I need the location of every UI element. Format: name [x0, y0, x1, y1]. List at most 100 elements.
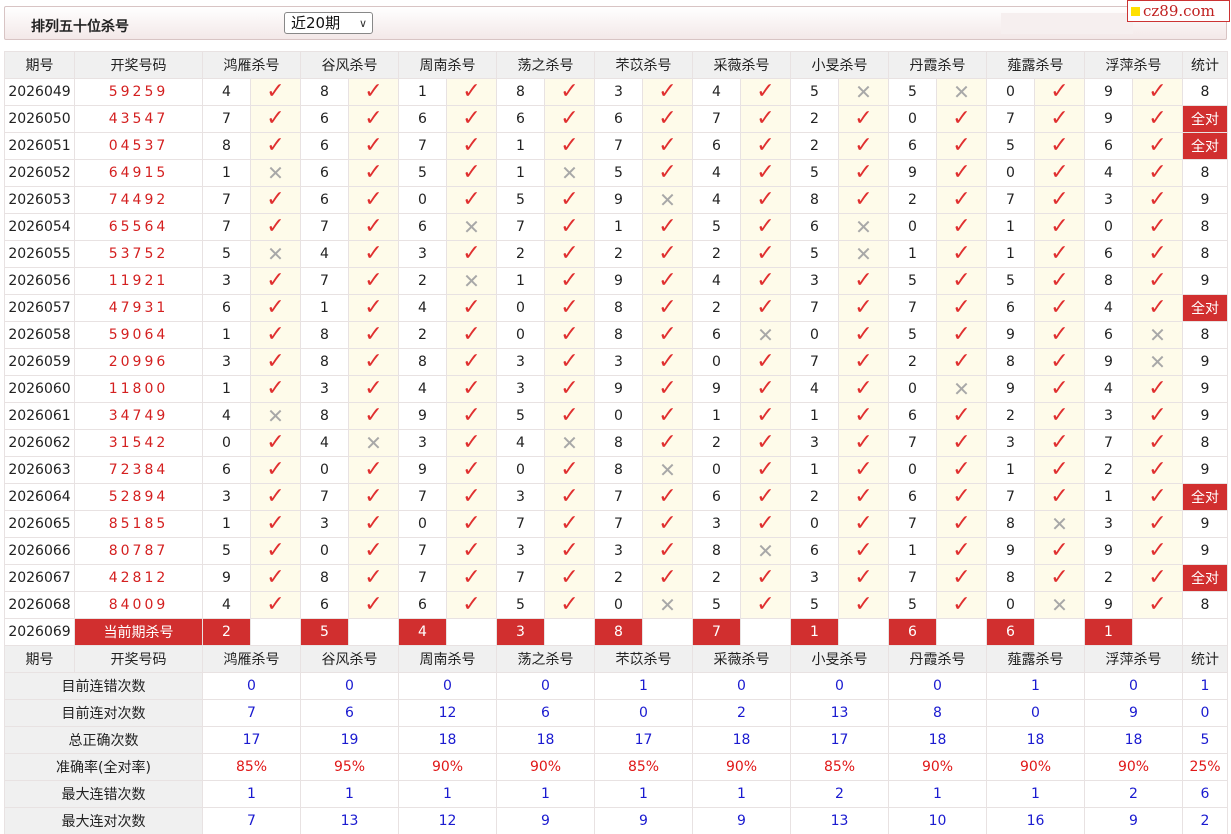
issue-cell: 2026064	[4, 483, 75, 511]
col-expert[interactable]: 荡之杀号	[496, 645, 595, 673]
col-expert[interactable]: 浮萍杀号	[1084, 51, 1183, 79]
col-expert[interactable]: 鸿雁杀号	[202, 51, 301, 79]
stat-value: 6	[300, 699, 399, 727]
col-expert[interactable]: 薤露杀号	[986, 645, 1085, 673]
check-icon: ✓	[952, 511, 971, 536]
result-cell: ✓	[348, 375, 399, 403]
period-select[interactable]: 近20期 ∨	[284, 12, 373, 34]
draw-number-cell: 64915	[74, 159, 203, 187]
col-expert[interactable]: 浮萍杀号	[1084, 645, 1183, 673]
check-icon: ✓	[854, 268, 873, 293]
stat-cell: 8	[1182, 591, 1228, 619]
stat-total: 2	[1182, 807, 1228, 834]
table-row: 2026061 34749 4 ✕ 8 ✓ 9 ✓ 5 ✓ 0 ✓ 1 ✓ 1 ✓ 6 ✓ 2 ✓ 3 ✓ 9	[4, 402, 1228, 430]
col-expert[interactable]: 芣苡杀号	[594, 645, 693, 673]
site-logo[interactable]: cz89.com	[1127, 0, 1230, 22]
result-cell: ✓	[642, 132, 693, 160]
kill-number-cell: 5	[202, 240, 251, 268]
check-icon: ✓	[462, 106, 481, 131]
col-expert[interactable]: 鸿雁杀号	[202, 645, 301, 673]
result-cell: ✓	[1132, 402, 1183, 430]
kill-number-cell: 9	[202, 564, 251, 592]
col-expert[interactable]: 周南杀号	[398, 645, 497, 673]
result-cell: ✓	[740, 456, 791, 484]
check-icon: ✓	[364, 538, 383, 563]
cross-icon: ✕	[267, 403, 284, 428]
stat-value: 18	[986, 726, 1085, 754]
col-expert[interactable]: 周南杀号	[398, 51, 497, 79]
check-icon: ✓	[266, 565, 285, 590]
col-expert[interactable]: 荡之杀号	[496, 51, 595, 79]
result-cell: ✓	[642, 159, 693, 187]
col-expert[interactable]: 芣苡杀号	[594, 51, 693, 79]
col-expert[interactable]: 谷风杀号	[300, 645, 399, 673]
col-expert[interactable]: 小旻杀号	[790, 51, 889, 79]
kill-number-cell: 8	[692, 537, 741, 565]
result-cell: ✓	[740, 240, 791, 268]
col-expert[interactable]: 丹霞杀号	[888, 645, 987, 673]
kill-number-cell: 3	[692, 510, 741, 538]
check-icon: ✓	[658, 565, 677, 590]
col-expert[interactable]: 采薇杀号	[692, 51, 791, 79]
result-cell: ✓	[838, 429, 889, 457]
check-icon: ✓	[462, 241, 481, 266]
col-expert[interactable]: 丹霞杀号	[888, 51, 987, 79]
kill-number-cell: 0	[888, 456, 937, 484]
kill-number-cell: 2	[888, 186, 937, 214]
kill-number-cell: 6	[300, 105, 349, 133]
kill-number-cell: 9	[986, 375, 1035, 403]
issue-cell: 2026058	[4, 321, 75, 349]
col-expert[interactable]: 谷风杀号	[300, 51, 399, 79]
cross-icon: ✕	[855, 241, 872, 266]
result-cell: ✕	[642, 456, 693, 484]
check-icon: ✓	[266, 295, 285, 320]
check-icon: ✓	[1148, 484, 1167, 509]
check-icon: ✓	[364, 268, 383, 293]
col-expert[interactable]: 薤露杀号	[986, 51, 1085, 79]
kill-number-cell: 3	[594, 348, 643, 376]
result-cell: ✕	[838, 240, 889, 268]
result-cell: ✓	[936, 240, 987, 268]
table-row: 2026064 52894 3 ✓ 7 ✓ 7 ✓ 3 ✓ 7 ✓ 6 ✓ 2 ✓ 6 ✓ 7 ✓ 1 ✓ 全对	[4, 483, 1228, 511]
check-icon: ✓	[658, 376, 677, 401]
page-title: 排列五十位杀号	[31, 19, 129, 35]
result-cell: ✓	[446, 456, 497, 484]
check-icon: ✓	[364, 79, 383, 104]
result-cell: ✕	[740, 321, 791, 349]
all-right-badge: 全对	[1182, 294, 1228, 322]
result-cell: ✓	[1034, 564, 1085, 592]
result-cell: ✓	[838, 510, 889, 538]
check-icon: ✓	[1148, 403, 1167, 428]
kill-number-cell: 6	[300, 591, 349, 619]
check-icon: ✓	[756, 484, 775, 509]
kill-number-cell: 0	[398, 510, 447, 538]
table-row: 2026050 43547 7 ✓ 6 ✓ 6 ✓ 6 ✓ 6 ✓ 7 ✓ 2 ✓ 0 ✓ 7 ✓ 9 ✓ 全对	[4, 105, 1228, 133]
check-icon: ✓	[854, 187, 873, 212]
check-icon: ✓	[952, 349, 971, 374]
check-icon: ✓	[756, 511, 775, 536]
result-cell: ✓	[936, 483, 987, 511]
stats-rows: 期号 开奖号码 鸿雁杀号 谷风杀号 周南杀号 荡之杀号 芣苡杀号 采薇杀号 小旻杀号 丹霞杀号 薤露…	[4, 645, 1228, 834]
stats-row-label: 目前连错次数	[4, 672, 203, 700]
check-icon: ✓	[952, 133, 971, 158]
kill-number-cell: 8	[300, 564, 349, 592]
result-cell: ✓	[446, 429, 497, 457]
kill-number-cell: 4	[1084, 294, 1133, 322]
result-cell: ✓	[544, 186, 595, 214]
col-draw: 开奖号码	[74, 645, 203, 673]
check-icon: ✓	[952, 106, 971, 131]
col-expert[interactable]: 小旻杀号	[790, 645, 889, 673]
kill-number-cell: 1	[594, 213, 643, 241]
result-cell: ✓	[936, 105, 987, 133]
result-cell: ✓	[1034, 159, 1085, 187]
issue-cell: 2026066	[4, 537, 75, 565]
table-row: 2026066 80787 5 ✓ 0 ✓ 7 ✓ 3 ✓ 3 ✓ 8 ✕ 6 ✓ 1 ✓ 9 ✓ 9 ✓ 9	[4, 537, 1228, 565]
kill-number-cell: 0	[888, 105, 937, 133]
check-icon: ✓	[1050, 214, 1069, 239]
check-icon: ✓	[1148, 268, 1167, 293]
check-icon: ✓	[560, 187, 579, 212]
issue-cell: 2026067	[4, 564, 75, 592]
col-expert[interactable]: 采薇杀号	[692, 645, 791, 673]
kill-number-cell: 9	[986, 537, 1035, 565]
check-icon: ✓	[658, 295, 677, 320]
